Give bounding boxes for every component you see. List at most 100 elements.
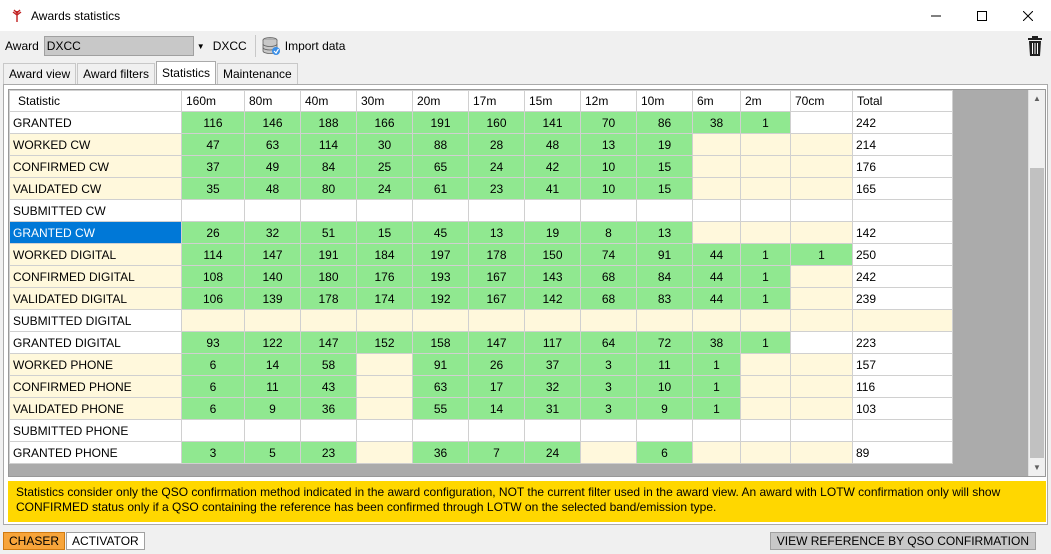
stat-cell[interactable]: [524, 199, 581, 222]
stat-cell[interactable]: [356, 353, 413, 376]
stat-cell[interactable]: 1: [790, 243, 853, 266]
total-cell[interactable]: 176: [852, 155, 953, 178]
stat-cell[interactable]: 11: [244, 375, 301, 398]
stat-cell[interactable]: 64: [580, 331, 637, 354]
stat-cell[interactable]: 58: [300, 353, 357, 376]
stat-cell[interactable]: 141: [524, 111, 581, 134]
stat-cell[interactable]: 1: [740, 243, 791, 266]
stat-cell[interactable]: 44: [692, 265, 741, 288]
stat-cell[interactable]: [636, 419, 693, 442]
stat-cell[interactable]: 15: [356, 221, 413, 244]
table-row[interactable]: GRANTED 116 146 188 166 191 160 141 70 86 38 1 242: [9, 111, 953, 134]
stat-cell[interactable]: 37: [181, 155, 245, 178]
stat-cell[interactable]: 41: [524, 177, 581, 200]
tab-maintenance[interactable]: Maintenance: [216, 63, 298, 84]
stat-cell[interactable]: 36: [300, 397, 357, 420]
stat-cell[interactable]: 10: [580, 155, 637, 178]
stat-cell[interactable]: 31: [524, 397, 581, 420]
stat-cell[interactable]: 140: [244, 265, 301, 288]
stat-cell[interactable]: 61: [412, 177, 469, 200]
stat-cell[interactable]: [740, 155, 791, 178]
total-cell[interactable]: 239: [852, 287, 953, 310]
stat-cell[interactable]: [740, 375, 791, 398]
stat-cell[interactable]: 17: [468, 375, 525, 398]
table-row[interactable]: SUBMITTED PHONE: [9, 419, 953, 442]
stat-cell[interactable]: 167: [468, 265, 525, 288]
stat-cell[interactable]: [524, 309, 581, 332]
stat-cell[interactable]: 114: [300, 133, 357, 156]
row-label[interactable]: CONFIRMED PHONE: [9, 375, 182, 398]
stat-cell[interactable]: 55: [412, 397, 469, 420]
stat-cell[interactable]: [181, 199, 245, 222]
row-label[interactable]: WORKED PHONE: [9, 353, 182, 376]
stat-cell[interactable]: [300, 309, 357, 332]
stat-cell[interactable]: [468, 419, 525, 442]
tab-statistics[interactable]: Statistics: [155, 61, 216, 84]
column-header[interactable]: 80m: [244, 90, 301, 112]
stat-cell[interactable]: 15: [636, 177, 693, 200]
row-label[interactable]: GRANTED PHONE: [9, 441, 182, 464]
stat-cell[interactable]: [790, 419, 853, 442]
stat-cell[interactable]: [790, 133, 853, 156]
total-cell[interactable]: 214: [852, 133, 953, 156]
stat-cell[interactable]: 146: [244, 111, 301, 134]
stat-cell[interactable]: 84: [300, 155, 357, 178]
stat-cell[interactable]: 108: [181, 265, 245, 288]
stat-cell[interactable]: 6: [181, 397, 245, 420]
stat-cell[interactable]: 68: [580, 287, 637, 310]
column-header[interactable]: Statistic: [9, 90, 182, 112]
stat-cell[interactable]: 188: [300, 111, 357, 134]
tab-award-view[interactable]: Award view: [3, 63, 77, 84]
stat-cell[interactable]: 139: [244, 287, 301, 310]
stat-cell[interactable]: 26: [181, 221, 245, 244]
stat-cell[interactable]: 13: [580, 133, 637, 156]
total-cell[interactable]: 250: [852, 243, 953, 266]
stat-cell[interactable]: 44: [692, 243, 741, 266]
stat-cell[interactable]: 19: [524, 221, 581, 244]
column-header[interactable]: 15m: [524, 90, 581, 112]
table-row[interactable]: SUBMITTED DIGITAL: [9, 309, 953, 332]
database-icon[interactable]: [261, 36, 281, 56]
stat-cell[interactable]: 160: [468, 111, 525, 134]
tab-activator[interactable]: ACTIVATOR: [66, 532, 145, 550]
stat-cell[interactable]: 32: [524, 375, 581, 398]
stat-cell[interactable]: [412, 199, 469, 222]
stat-cell[interactable]: 197: [412, 243, 469, 266]
table-row[interactable]: SUBMITTED CW: [9, 199, 953, 222]
total-cell[interactable]: 116: [852, 375, 953, 398]
stat-cell[interactable]: [790, 375, 853, 398]
stat-cell[interactable]: 1: [740, 111, 791, 134]
total-cell[interactable]: 242: [852, 111, 953, 134]
stat-cell[interactable]: 63: [244, 133, 301, 156]
total-cell[interactable]: [852, 309, 953, 332]
stat-cell[interactable]: [740, 441, 791, 464]
stat-cell[interactable]: [580, 309, 637, 332]
stat-cell[interactable]: 14: [468, 397, 525, 420]
stat-cell[interactable]: [790, 441, 853, 464]
stat-cell[interactable]: 38: [692, 331, 741, 354]
stat-cell[interactable]: [580, 199, 637, 222]
stat-cell[interactable]: 10: [636, 375, 693, 398]
stat-cell[interactable]: [300, 419, 357, 442]
stat-cell[interactable]: 166: [356, 111, 413, 134]
stat-cell[interactable]: [692, 133, 741, 156]
stat-cell[interactable]: 37: [524, 353, 581, 376]
stat-cell[interactable]: 24: [468, 155, 525, 178]
row-label[interactable]: GRANTED CW: [9, 221, 182, 244]
stat-cell[interactable]: 51: [300, 221, 357, 244]
stat-cell[interactable]: 84: [636, 265, 693, 288]
stat-cell[interactable]: 9: [244, 397, 301, 420]
stat-cell[interactable]: [740, 353, 791, 376]
stat-cell[interactable]: 178: [300, 287, 357, 310]
row-label[interactable]: VALIDATED CW: [9, 177, 182, 200]
stat-cell[interactable]: 30: [356, 133, 413, 156]
stat-cell[interactable]: 74: [580, 243, 637, 266]
stat-cell[interactable]: 80: [300, 177, 357, 200]
row-label[interactable]: SUBMITTED PHONE: [9, 419, 182, 442]
stat-cell[interactable]: [790, 309, 853, 332]
stat-cell[interactable]: 25: [356, 155, 413, 178]
row-label[interactable]: SUBMITTED CW: [9, 199, 182, 222]
stat-cell[interactable]: 167: [468, 287, 525, 310]
minimize-button[interactable]: [913, 0, 959, 31]
stat-cell[interactable]: 152: [356, 331, 413, 354]
